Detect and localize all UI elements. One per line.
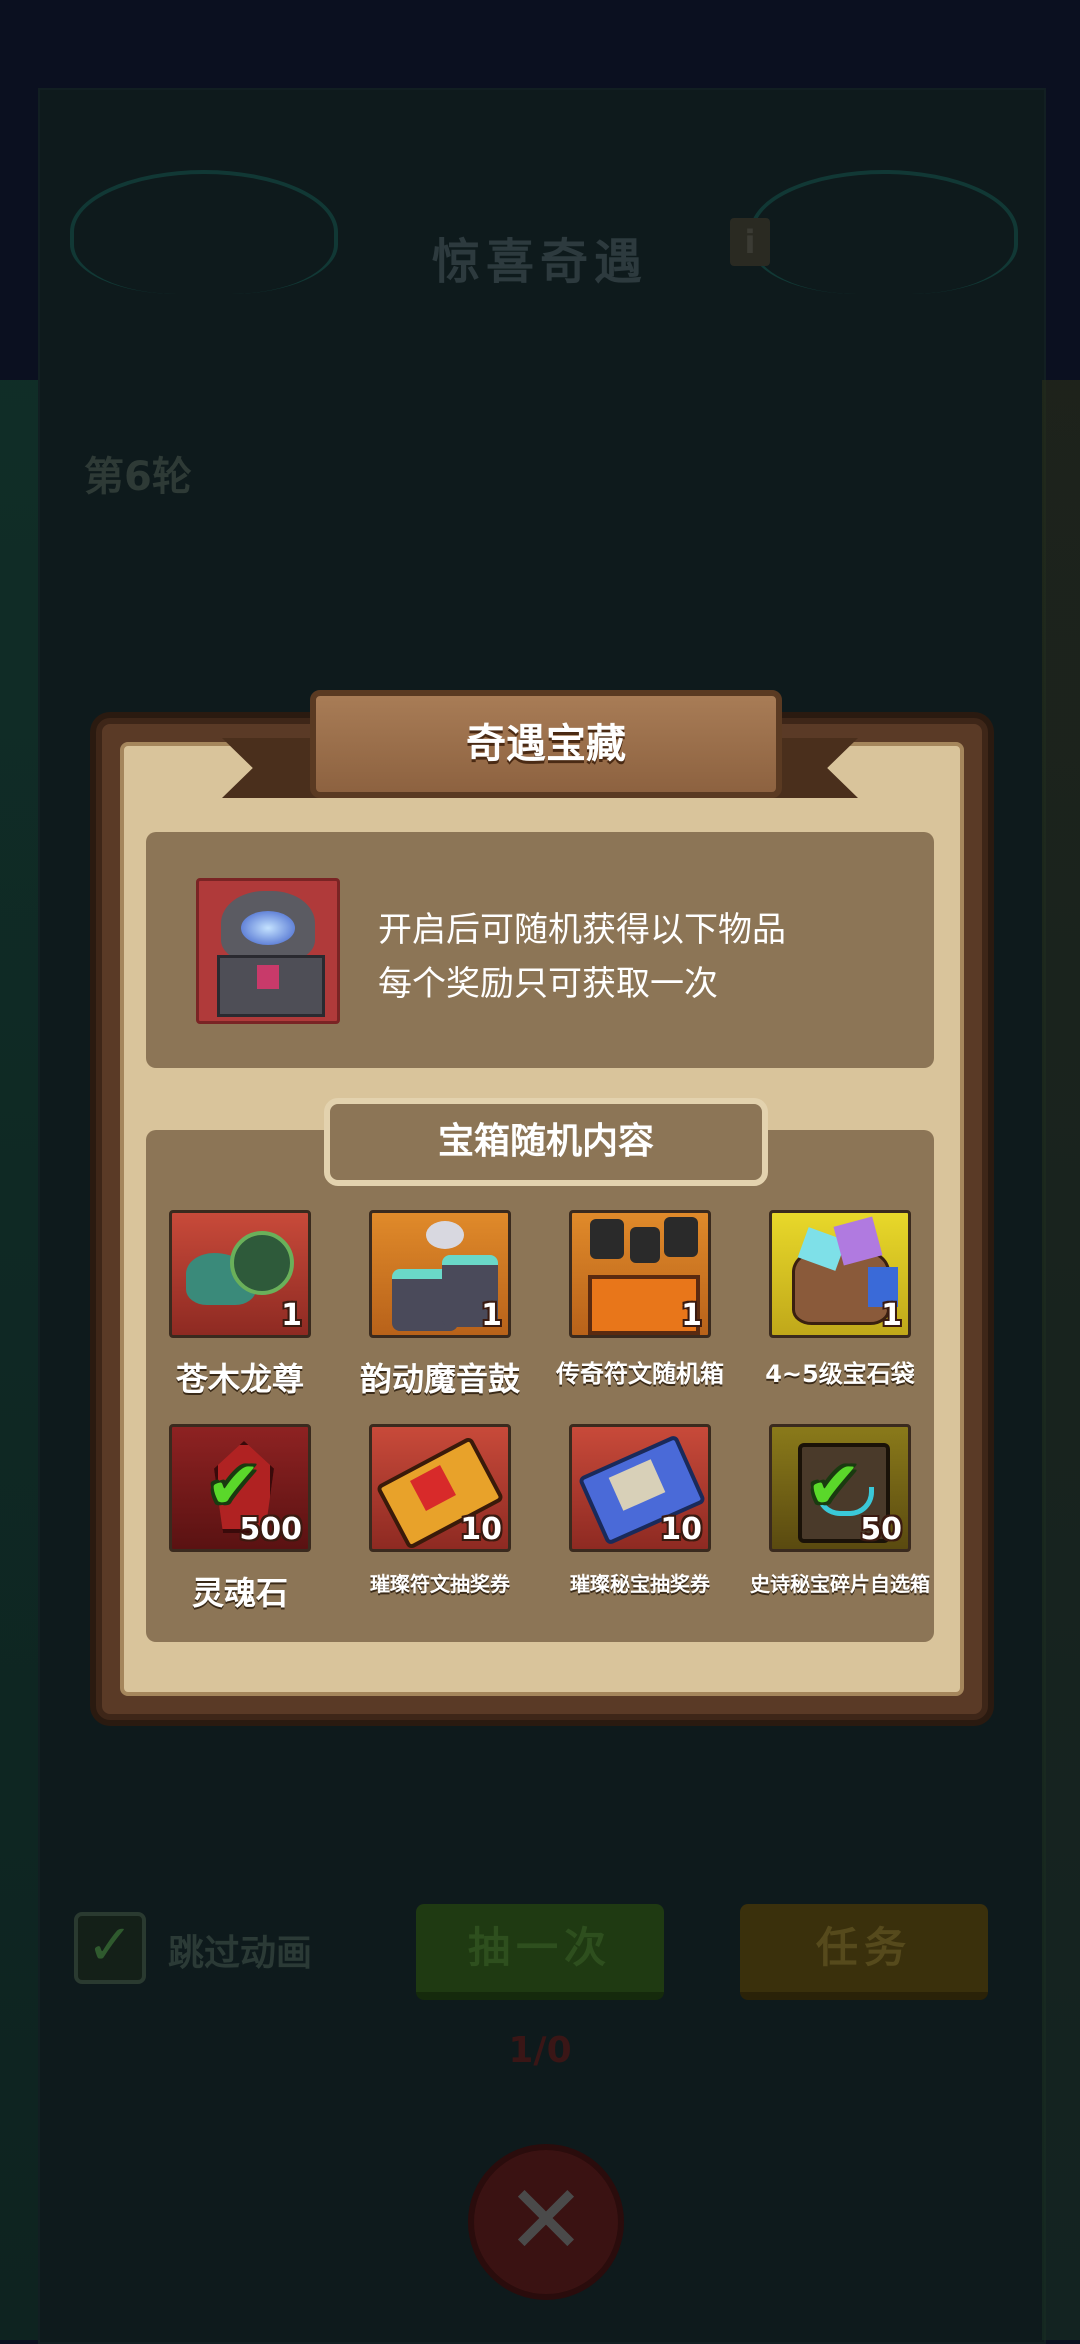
treasure-ticket-icon: 10 (569, 1424, 711, 1552)
epic-fragment-box-icon: ✔ 50 (769, 1424, 911, 1552)
draw-counter: 1/0 (508, 2030, 572, 2071)
reward-name: 璀璨秘宝抽奖券 (570, 1572, 710, 1596)
reward-name: 璀璨符文抽奖券 (370, 1572, 510, 1596)
reward-item[interactable]: 10 璀璨秘宝抽奖券 (550, 1424, 730, 1597)
close-button[interactable]: ✕ (468, 2144, 624, 2300)
drum-icon: 1 (369, 1210, 511, 1338)
reward-item[interactable]: 1 苍木龙尊 (150, 1210, 330, 1400)
reward-item[interactable]: 1 传奇符文随机箱 (550, 1210, 730, 1389)
reward-name: 韵动魔音鼓 (359, 1360, 520, 1398)
reward-count: 50 (860, 1512, 902, 1547)
reward-item[interactable]: ✔ 500 灵魂石 (150, 1424, 330, 1614)
task-button[interactable]: 任务 (740, 1904, 988, 2000)
reward-name: 传奇符文随机箱 (556, 1360, 724, 1388)
info-icon[interactable]: i (730, 218, 770, 266)
round-label: 第6轮 (84, 454, 192, 500)
chest-contents-title: 宝箱随机内容 (324, 1098, 768, 1186)
soul-stone-icon: ✔ 500 (169, 1424, 311, 1552)
reward-item[interactable]: ✔ 50 史诗秘宝碎片自选箱 (750, 1424, 930, 1597)
rune-ticket-icon: 10 (369, 1424, 511, 1552)
gem-bag-icon: 1 (769, 1210, 911, 1338)
reward-count: 1 (881, 1298, 902, 1333)
reward-count: 10 (660, 1512, 702, 1547)
reward-item[interactable]: 1 韵动魔音鼓 (350, 1210, 530, 1400)
draw-once-button[interactable]: 抽一次 (416, 1904, 664, 2000)
skip-animation-label: 跳过动画 (168, 1933, 313, 1974)
mystic-chest-icon (196, 878, 340, 1024)
reward-item[interactable]: 1 4~5级宝石袋 (750, 1210, 930, 1389)
reward-count: 1 (681, 1298, 702, 1333)
close-icon: ✕ (505, 2164, 587, 2276)
reward-name: 灵魂石 (191, 1574, 288, 1612)
check-icon: ✓ (86, 1913, 134, 1978)
reward-name: 史诗秘宝碎片自选箱 (750, 1572, 930, 1596)
claimed-check-icon: ✔ (806, 1447, 862, 1524)
reward-name: 苍木龙尊 (175, 1360, 304, 1398)
reward-count: 1 (481, 1298, 502, 1333)
reward-count: 1 (281, 1298, 302, 1333)
reward-item[interactable]: 10 璀璨符文抽奖券 (350, 1424, 530, 1597)
rune-box-icon: 1 (569, 1210, 711, 1338)
chest-description-line1: 开启后可随机获得以下物品 (378, 910, 786, 950)
chest-info-box: 开启后可随机获得以下物品 每个奖励只可获取一次 (146, 832, 934, 1068)
reward-count: 10 (460, 1512, 502, 1547)
skip-animation-checkbox[interactable]: ✓ (74, 1912, 146, 1984)
modal-title: 奇遇宝藏 (310, 690, 782, 798)
chest-description-line2: 每个奖励只可获取一次 (378, 964, 718, 1004)
page-title: 惊喜奇遇 (431, 234, 648, 290)
dragon-icon: 1 (169, 1210, 311, 1338)
reward-count: 500 (239, 1512, 302, 1547)
reward-name: 4~5级宝石袋 (765, 1360, 915, 1388)
